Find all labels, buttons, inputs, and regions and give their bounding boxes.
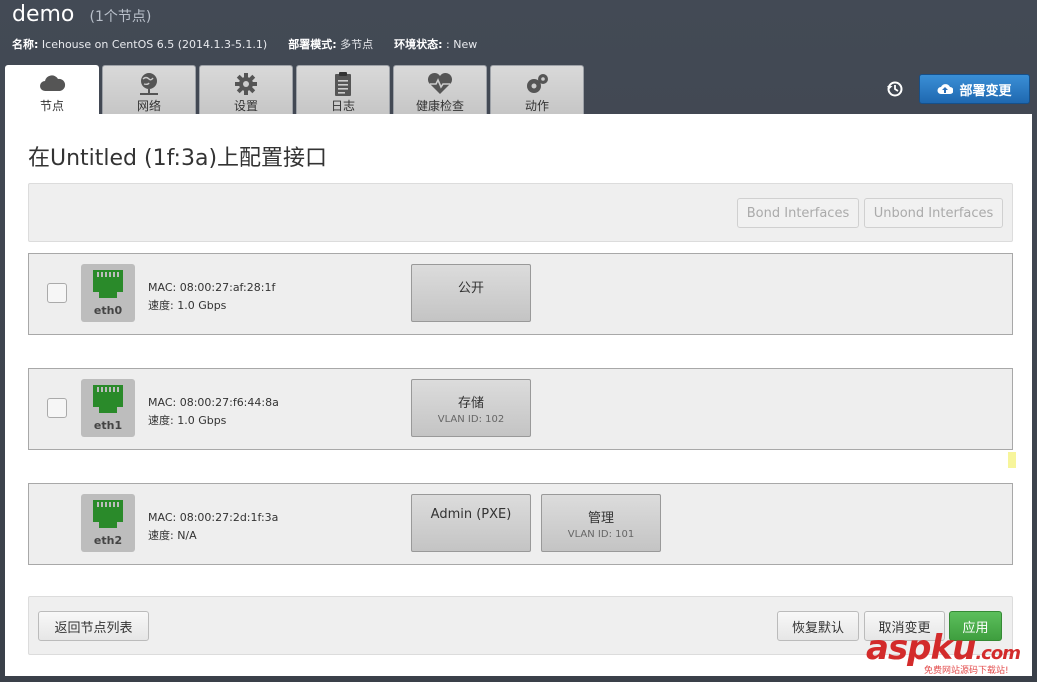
bond-toolbar: Bond Interfaces Unbond Interfaces (28, 183, 1013, 242)
mode-value: 多节点 (340, 38, 374, 51)
network-name: 公开 (457, 281, 484, 296)
cloud-upload-icon (937, 84, 954, 94)
tab-label: 日志 (330, 99, 355, 113)
watermark-logo: aspku.com 免费网站源码下载站! (866, 628, 1021, 676)
heart-pulse-icon (427, 72, 453, 94)
watermark-tld: .com (975, 643, 1021, 664)
deploy-changes-button[interactable]: 部署变更 (919, 74, 1030, 104)
main-panel: 在Untitled (1f:3a)上配置接口 Bond Interfaces U… (5, 114, 1032, 676)
ethernet-port-icon (93, 270, 123, 298)
tab-logs[interactable]: 日志 (296, 65, 390, 114)
cogs-icon (527, 74, 548, 93)
bond-interfaces-button[interactable]: Bond Interfaces (737, 198, 859, 228)
tab-actions[interactable]: 动作 (490, 65, 584, 114)
network-public[interactable]: 公开 (411, 264, 531, 322)
tab-label: 节点 (39, 99, 64, 113)
ethernet-port-icon (93, 385, 123, 413)
interface-row-eth1: eth1 MAC: 08:00:27:f6:44:8a 速度: 1.0 Gbps… (28, 368, 1013, 450)
mac-address: MAC: 08:00:27:f6:44:8a (148, 396, 279, 409)
page-title: 在Untitled (1f:3a)上配置接口 (28, 146, 328, 171)
tab-health-check[interactable]: 健康检查 (393, 65, 487, 114)
interface-name: eth0 (93, 304, 123, 317)
gear-icon (235, 73, 257, 95)
network-vlan: VLAN ID: 102 (437, 414, 505, 425)
tab-label: 动作 (524, 99, 549, 113)
interface-info: MAC: 08:00:27:2d:1f:3a 速度: N/A (148, 509, 278, 545)
interface-name: eth1 (93, 419, 123, 432)
tab-settings[interactable]: 设置 (199, 65, 293, 114)
watermark-brand: aspku (866, 628, 976, 668)
network-vlan: VLAN ID: 101 (567, 529, 635, 540)
interface-checkbox[interactable] (47, 283, 67, 303)
clipboard-icon (335, 72, 351, 96)
network-name: 管理 (587, 511, 614, 526)
tab-label: 设置 (233, 99, 258, 113)
link-speed: 速度: 1.0 Gbps (148, 299, 227, 312)
env-meta: 名称: Icehouse on CentOS 6.5 (2014.1.3-5.1… (12, 36, 477, 52)
tab-nodes[interactable]: 节点 (5, 65, 99, 115)
load-defaults-button[interactable]: 恢复默认 (777, 611, 859, 641)
network-globe-icon (140, 73, 158, 95)
ethernet-port-icon: eth2 (81, 494, 135, 552)
history-icon[interactable] (886, 80, 904, 98)
interface-row-eth0: eth0 MAC: 08:00:27:af:28:1f 速度: 1.0 Gbps… (28, 253, 1013, 335)
unbond-interfaces-button[interactable]: Unbond Interfaces (864, 198, 1003, 228)
deploy-label: 部署变更 (959, 83, 1012, 99)
network-name: Admin (PXE) (430, 507, 512, 522)
status-label: 环境状态: (394, 38, 443, 51)
link-speed: 速度: N/A (148, 529, 197, 542)
env-name: demo (12, 2, 75, 27)
ethernet-port-icon (93, 500, 123, 528)
ethernet-port-icon: eth1 (81, 379, 135, 437)
node-count: (1个节点) (89, 9, 152, 25)
network-storage[interactable]: 存储 VLAN ID: 102 (411, 379, 531, 437)
mac-address: MAC: 08:00:27:2d:1f:3a (148, 511, 279, 524)
watermark-tagline: 免费网站源码下载站! (924, 666, 1009, 676)
link-speed: 速度: 1.0 Gbps (148, 414, 227, 427)
interface-checkbox[interactable] (47, 398, 67, 418)
ethernet-port-icon: eth0 (81, 264, 135, 322)
env-header: demo (1个节点) (12, 2, 151, 27)
interface-info: MAC: 08:00:27:af:28:1f 速度: 1.0 Gbps (148, 279, 275, 315)
back-to-nodes-button[interactable]: 返回节点列表 (38, 611, 149, 641)
highlight-mark (1008, 452, 1016, 468)
network-admin-pxe[interactable]: Admin (PXE) (411, 494, 531, 552)
mac-address: MAC: 08:00:27:af:28:1f (148, 281, 276, 294)
name-label: 名称: (12, 38, 39, 51)
cloud-icon (40, 75, 66, 91)
network-management[interactable]: 管理 VLAN ID: 101 (541, 494, 661, 552)
mode-label: 部署模式: (288, 38, 337, 51)
interface-info: MAC: 08:00:27:f6:44:8a 速度: 1.0 Gbps (148, 394, 279, 430)
tab-label: 健康检查 (415, 99, 464, 113)
status-value: : New (446, 38, 478, 51)
interface-name: eth2 (93, 534, 123, 547)
name-value: Icehouse on CentOS 6.5 (2014.1.3-5.1.1) (41, 38, 268, 51)
tab-label: 网络 (136, 99, 161, 113)
tab-network[interactable]: 网络 (102, 65, 196, 114)
network-name: 存储 (457, 396, 484, 411)
interface-row-eth2: eth2 MAC: 08:00:27:2d:1f:3a 速度: N/A Admi… (28, 483, 1013, 565)
